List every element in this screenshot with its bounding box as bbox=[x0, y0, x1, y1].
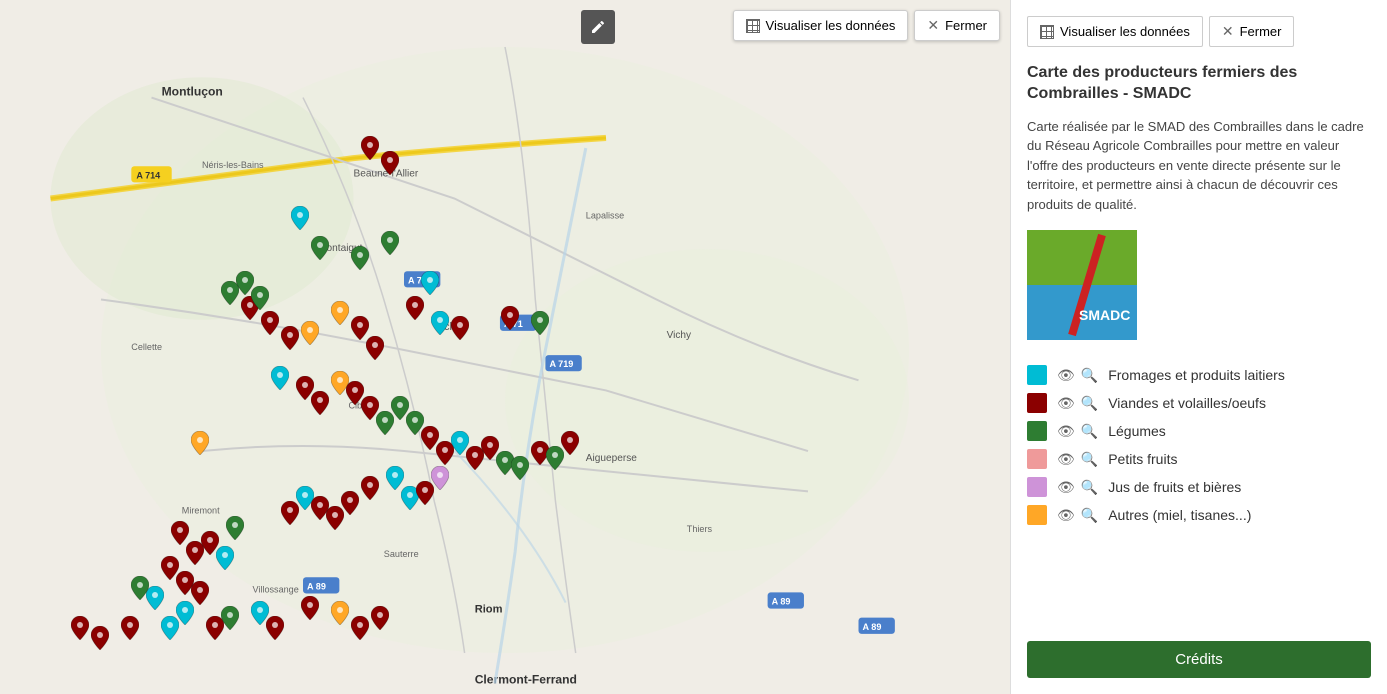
map-marker[interactable] bbox=[561, 431, 579, 455]
map-marker[interactable] bbox=[291, 206, 309, 230]
search-icon[interactable]: 🔍 bbox=[1081, 451, 1098, 468]
map-marker[interactable] bbox=[431, 311, 449, 335]
legend-item-jus: 👁 🔍 Jus de fruits et bières bbox=[1027, 473, 1371, 501]
search-icon[interactable]: 🔍 bbox=[1081, 395, 1098, 412]
sidebar-visualize-button[interactable]: Visualiser les données bbox=[1027, 16, 1203, 47]
map-container[interactable]: A 714 A 71 A 71 A 719 A 89 A 89 A 89 Mon… bbox=[0, 0, 1010, 694]
legend-color-autres bbox=[1027, 505, 1047, 525]
eye-icon[interactable]: 👁 bbox=[1057, 423, 1075, 440]
eye-icon[interactable]: 👁 bbox=[1057, 367, 1075, 384]
visualize-data-button[interactable]: Visualiser les données bbox=[733, 10, 909, 41]
grid-icon-2 bbox=[1040, 25, 1054, 39]
map-marker[interactable] bbox=[531, 311, 549, 335]
markers-layer bbox=[0, 0, 1010, 694]
legend-icons: 👁 🔍 bbox=[1057, 479, 1098, 496]
legend-icons: 👁 🔍 bbox=[1057, 395, 1098, 412]
legend-icons: 👁 🔍 bbox=[1057, 507, 1098, 524]
map-marker[interactable] bbox=[361, 476, 379, 500]
toolbar: Visualiser les données ✕ Fermer bbox=[733, 10, 1000, 41]
legend-label-jus: Jus de fruits et bières bbox=[1108, 479, 1241, 495]
map-marker[interactable] bbox=[266, 616, 284, 640]
map-marker[interactable] bbox=[281, 501, 299, 525]
map-marker[interactable] bbox=[71, 616, 89, 640]
close-label: Fermer bbox=[945, 18, 987, 33]
legend-icons: 👁 🔍 bbox=[1057, 367, 1098, 384]
legend-item-petits-fruits: 👁 🔍 Petits fruits bbox=[1027, 445, 1371, 473]
map-marker[interactable] bbox=[416, 481, 434, 505]
legend: 👁 🔍 Fromages et produits laitiers 👁 🔍 Vi… bbox=[1027, 361, 1371, 529]
legend-color-fromages bbox=[1027, 365, 1047, 385]
search-icon[interactable]: 🔍 bbox=[1081, 507, 1098, 524]
map-marker[interactable] bbox=[511, 456, 529, 480]
edit-button[interactable] bbox=[581, 10, 615, 44]
legend-label-legumes: Légumes bbox=[1108, 423, 1166, 439]
close-icon: ✕ bbox=[927, 17, 939, 34]
pencil-icon bbox=[590, 19, 606, 35]
map-marker[interactable] bbox=[501, 306, 519, 330]
legend-item-fromages: 👁 🔍 Fromages et produits laitiers bbox=[1027, 361, 1371, 389]
map-marker[interactable] bbox=[451, 316, 469, 340]
legend-label-autres: Autres (miel, tisanes...) bbox=[1108, 507, 1251, 523]
legend-label-viandes: Viandes et volailles/oeufs bbox=[1108, 395, 1266, 411]
search-icon[interactable]: 🔍 bbox=[1081, 423, 1098, 440]
map-marker[interactable] bbox=[311, 236, 329, 260]
map-marker[interactable] bbox=[221, 606, 239, 630]
sidebar-description: Carte réalisée par le SMAD des Combraill… bbox=[1027, 117, 1371, 215]
legend-label-fromages: Fromages et produits laitiers bbox=[1108, 367, 1285, 383]
map-marker[interactable] bbox=[121, 616, 139, 640]
map-marker[interactable] bbox=[331, 301, 349, 325]
map-marker[interactable] bbox=[91, 626, 109, 650]
eye-icon[interactable]: 👁 bbox=[1057, 479, 1075, 496]
map-marker[interactable] bbox=[161, 616, 179, 640]
map-marker[interactable] bbox=[406, 296, 424, 320]
legend-color-jus bbox=[1027, 477, 1047, 497]
credits-button[interactable]: Crédits bbox=[1027, 641, 1371, 678]
map-marker[interactable] bbox=[366, 336, 384, 360]
map-marker[interactable] bbox=[191, 431, 209, 455]
search-icon[interactable]: 🔍 bbox=[1081, 479, 1098, 496]
page-title: Carte des producteurs fermiers des Combr… bbox=[1027, 63, 1371, 105]
eye-icon[interactable]: 👁 bbox=[1057, 507, 1075, 524]
legend-item-viandes: 👁 🔍 Viandes et volailles/oeufs bbox=[1027, 389, 1371, 417]
svg-text:SMADC: SMADC bbox=[1079, 307, 1130, 323]
search-icon[interactable]: 🔍 bbox=[1081, 367, 1098, 384]
map-marker[interactable] bbox=[311, 391, 329, 415]
legend-item-legumes: 👁 🔍 Légumes bbox=[1027, 417, 1371, 445]
map-marker[interactable] bbox=[216, 546, 234, 570]
legend-item-autres: 👁 🔍 Autres (miel, tisanes...) bbox=[1027, 501, 1371, 529]
grid-icon bbox=[746, 19, 760, 33]
map-marker[interactable] bbox=[226, 516, 244, 540]
map-marker[interactable] bbox=[271, 366, 289, 390]
eye-icon[interactable]: 👁 bbox=[1057, 451, 1075, 468]
map-marker[interactable] bbox=[421, 271, 439, 295]
legend-color-viandes bbox=[1027, 393, 1047, 413]
legend-label-petits-fruits: Petits fruits bbox=[1108, 451, 1177, 467]
legend-color-petits-fruits bbox=[1027, 449, 1047, 469]
map-marker[interactable] bbox=[381, 231, 399, 255]
map-marker[interactable] bbox=[301, 321, 319, 345]
legend-color-legumes bbox=[1027, 421, 1047, 441]
map-marker[interactable] bbox=[281, 326, 299, 350]
map-marker[interactable] bbox=[131, 576, 149, 600]
sidebar: Visualiser les données ✕ Fermer Carte de… bbox=[1010, 0, 1387, 694]
map-marker[interactable] bbox=[371, 606, 389, 630]
map-marker[interactable] bbox=[351, 246, 369, 270]
legend-icons: 👁 🔍 bbox=[1057, 423, 1098, 440]
sidebar-close-button[interactable]: ✕ Fermer bbox=[1209, 16, 1295, 47]
map-marker[interactable] bbox=[381, 151, 399, 175]
map-marker[interactable] bbox=[361, 136, 379, 160]
map-marker[interactable] bbox=[331, 601, 349, 625]
legend-icons: 👁 🔍 bbox=[1057, 451, 1098, 468]
map-marker[interactable] bbox=[351, 616, 369, 640]
close-icon-2: ✕ bbox=[1222, 23, 1234, 40]
eye-icon[interactable]: 👁 bbox=[1057, 395, 1075, 412]
close-button[interactable]: ✕ Fermer bbox=[914, 10, 1000, 41]
map-marker[interactable] bbox=[301, 596, 319, 620]
visualize-label: Visualiser les données bbox=[766, 18, 896, 33]
map-marker[interactable] bbox=[261, 311, 279, 335]
sidebar-header-buttons: Visualiser les données ✕ Fermer bbox=[1027, 16, 1371, 47]
smadc-logo: SMADC bbox=[1027, 226, 1371, 349]
map-marker[interactable] bbox=[251, 286, 269, 310]
